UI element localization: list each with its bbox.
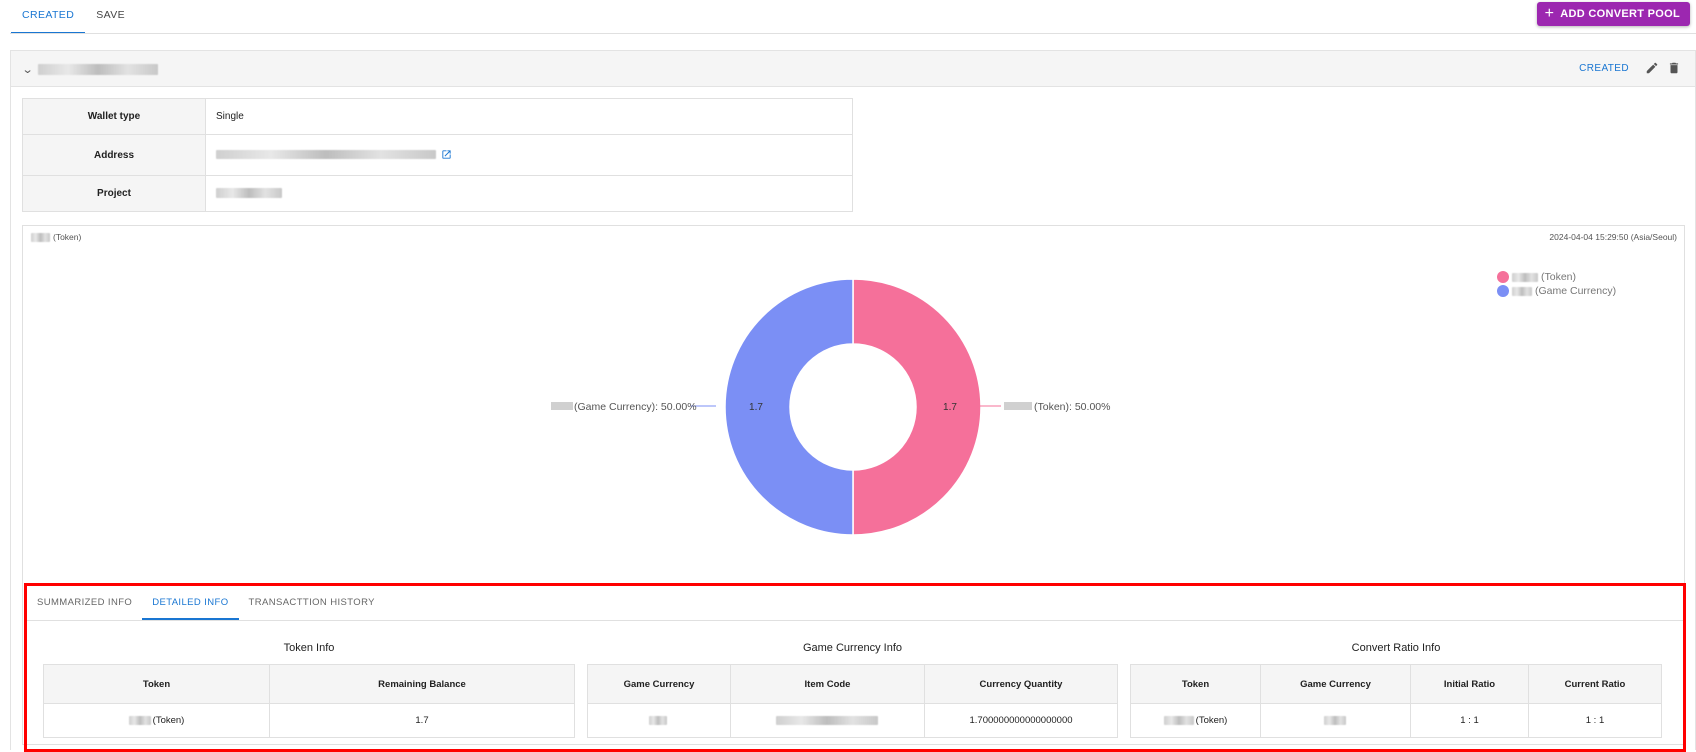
cell-game-currency bbox=[587, 703, 731, 738]
tab-save[interactable]: SAVE bbox=[85, 0, 136, 34]
pool-status: CREATED bbox=[1579, 63, 1629, 74]
legend-item-token[interactable]: (Token) bbox=[1497, 270, 1616, 284]
left-callout-label: (Game Currency): 50.00% bbox=[574, 401, 697, 413]
legend-item-game-currency[interactable]: (Game Currency) bbox=[1497, 284, 1616, 298]
slice-label-game-currency: 1.7 bbox=[749, 402, 763, 413]
table-row: 1.700000000000000000 bbox=[587, 703, 1118, 738]
legend-dot-game-currency bbox=[1497, 285, 1509, 297]
legend-game-currency-redacted bbox=[1512, 286, 1532, 296]
cell-ratio-game-currency bbox=[1260, 703, 1411, 738]
left-callout-redacted bbox=[551, 402, 573, 410]
detail-tab-divider bbox=[27, 620, 1683, 621]
table-row: (Token) 1 : 1 1 : 1 bbox=[1130, 703, 1662, 738]
token-info-section: Token Info Token Remaining Balance (Toke… bbox=[43, 642, 575, 738]
token-redacted bbox=[128, 715, 151, 725]
add-convert-pool-button[interactable]: + ADD CONVERT POOL bbox=[1536, 2, 1690, 26]
pool-header[interactable]: ⌄ CREATED bbox=[11, 51, 1695, 87]
cell-remaining-balance: 1.7 bbox=[269, 703, 575, 738]
game-currency-info-table: Game Currency Item Code Currency Quantit… bbox=[587, 664, 1118, 738]
right-callout-label: (Token): 50.00% bbox=[1034, 401, 1110, 413]
address-label: Address bbox=[22, 134, 206, 176]
col-initial-ratio: Initial Ratio bbox=[1410, 664, 1529, 704]
convert-ratio-info-table: Token Game Currency Initial Ratio Curren… bbox=[1130, 664, 1662, 738]
token-info-table: Token Remaining Balance (Token) 1.7 bbox=[43, 664, 575, 738]
token-suffix: (Token) bbox=[152, 715, 185, 726]
project-label: Project bbox=[22, 175, 206, 212]
col-remaining-balance: Remaining Balance bbox=[269, 664, 575, 704]
cell-token: (Token) bbox=[43, 703, 270, 738]
tab-created[interactable]: CREATED bbox=[11, 0, 86, 34]
convert-ratio-info-title: Convert Ratio Info bbox=[1351, 642, 1441, 654]
game-currency-info-title: Game Currency Info bbox=[802, 642, 903, 654]
tab-summarized-info[interactable]: SUMMARIZED INFO bbox=[27, 586, 142, 620]
donut-slice-token[interactable] bbox=[852, 278, 982, 536]
chart-legend: (Token) (Game Currency) bbox=[1497, 270, 1616, 298]
address-redacted bbox=[216, 150, 436, 160]
cell-currency-quantity: 1.700000000000000000 bbox=[924, 703, 1118, 738]
project-redacted bbox=[216, 188, 282, 199]
col-ratio-game-currency: Game Currency bbox=[1260, 664, 1411, 704]
donut-slice-game-currency[interactable] bbox=[724, 278, 854, 536]
project-value bbox=[205, 175, 853, 212]
tab-transaction-history[interactable]: TRANSACTTION HISTORY bbox=[239, 586, 385, 620]
cell-current-ratio: 1 : 1 bbox=[1528, 703, 1662, 738]
token-info-title: Token Info bbox=[283, 642, 335, 654]
legend-token-label: (Token) bbox=[1541, 271, 1577, 283]
table-row: (Token) 1.7 bbox=[43, 703, 575, 738]
convert-ratio-info-section: Convert Ratio Info Token Game Currency I… bbox=[1130, 642, 1662, 738]
col-ratio-token: Token bbox=[1130, 664, 1261, 704]
legend-token-redacted bbox=[1512, 272, 1538, 282]
wallet-type-value: Single bbox=[205, 98, 853, 135]
detail-info-panel: SUMMARIZED INFO DETAILED INFO TRANSACTTI… bbox=[24, 583, 1686, 752]
tab-divider bbox=[10, 33, 1696, 34]
wallet-info-table: Wallet type Single Address Project bbox=[22, 98, 853, 212]
tab-detailed-info[interactable]: DETAILED INFO bbox=[142, 586, 239, 620]
col-current-ratio: Current Ratio bbox=[1528, 664, 1662, 704]
external-link-icon[interactable] bbox=[441, 149, 452, 160]
right-callout-redacted bbox=[1004, 402, 1032, 410]
item-code-redacted bbox=[775, 715, 878, 725]
col-item-code: Item Code bbox=[730, 664, 925, 704]
game-currency-info-section: Game Currency Info Game Currency Item Co… bbox=[587, 642, 1118, 738]
pool-name-redacted bbox=[38, 64, 158, 75]
ratio-token-redacted bbox=[1163, 715, 1194, 725]
wallet-type-label: Wallet type bbox=[22, 98, 206, 135]
ratio-token-suffix: (Token) bbox=[1195, 715, 1228, 726]
address-value bbox=[205, 134, 853, 176]
ratio-game-currency-redacted bbox=[1323, 715, 1346, 725]
col-currency-quantity: Currency Quantity bbox=[924, 664, 1118, 704]
cell-ratio-token: (Token) bbox=[1130, 703, 1261, 738]
legend-game-currency-label: (Game Currency) bbox=[1535, 285, 1617, 297]
plus-icon: + bbox=[1544, 5, 1555, 22]
col-game-currency: Game Currency bbox=[587, 664, 731, 704]
col-token: Token bbox=[43, 664, 270, 704]
cell-initial-ratio: 1 : 1 bbox=[1410, 703, 1529, 738]
legend-dot-token bbox=[1497, 271, 1509, 283]
cell-item-code bbox=[730, 703, 925, 738]
detail-tab-bar: SUMMARIZED INFO DETAILED INFO TRANSACTTI… bbox=[27, 586, 385, 622]
slice-label-token: 1.7 bbox=[943, 402, 957, 413]
edit-icon[interactable] bbox=[1645, 61, 1659, 75]
top-tab-bar: CREATED SAVE bbox=[11, 0, 136, 34]
add-convert-pool-label: ADD CONVERT POOL bbox=[1560, 8, 1680, 20]
delete-icon[interactable] bbox=[1667, 61, 1681, 75]
chevron-down-icon[interactable]: ⌄ bbox=[22, 63, 34, 76]
game-currency-redacted bbox=[649, 715, 667, 725]
